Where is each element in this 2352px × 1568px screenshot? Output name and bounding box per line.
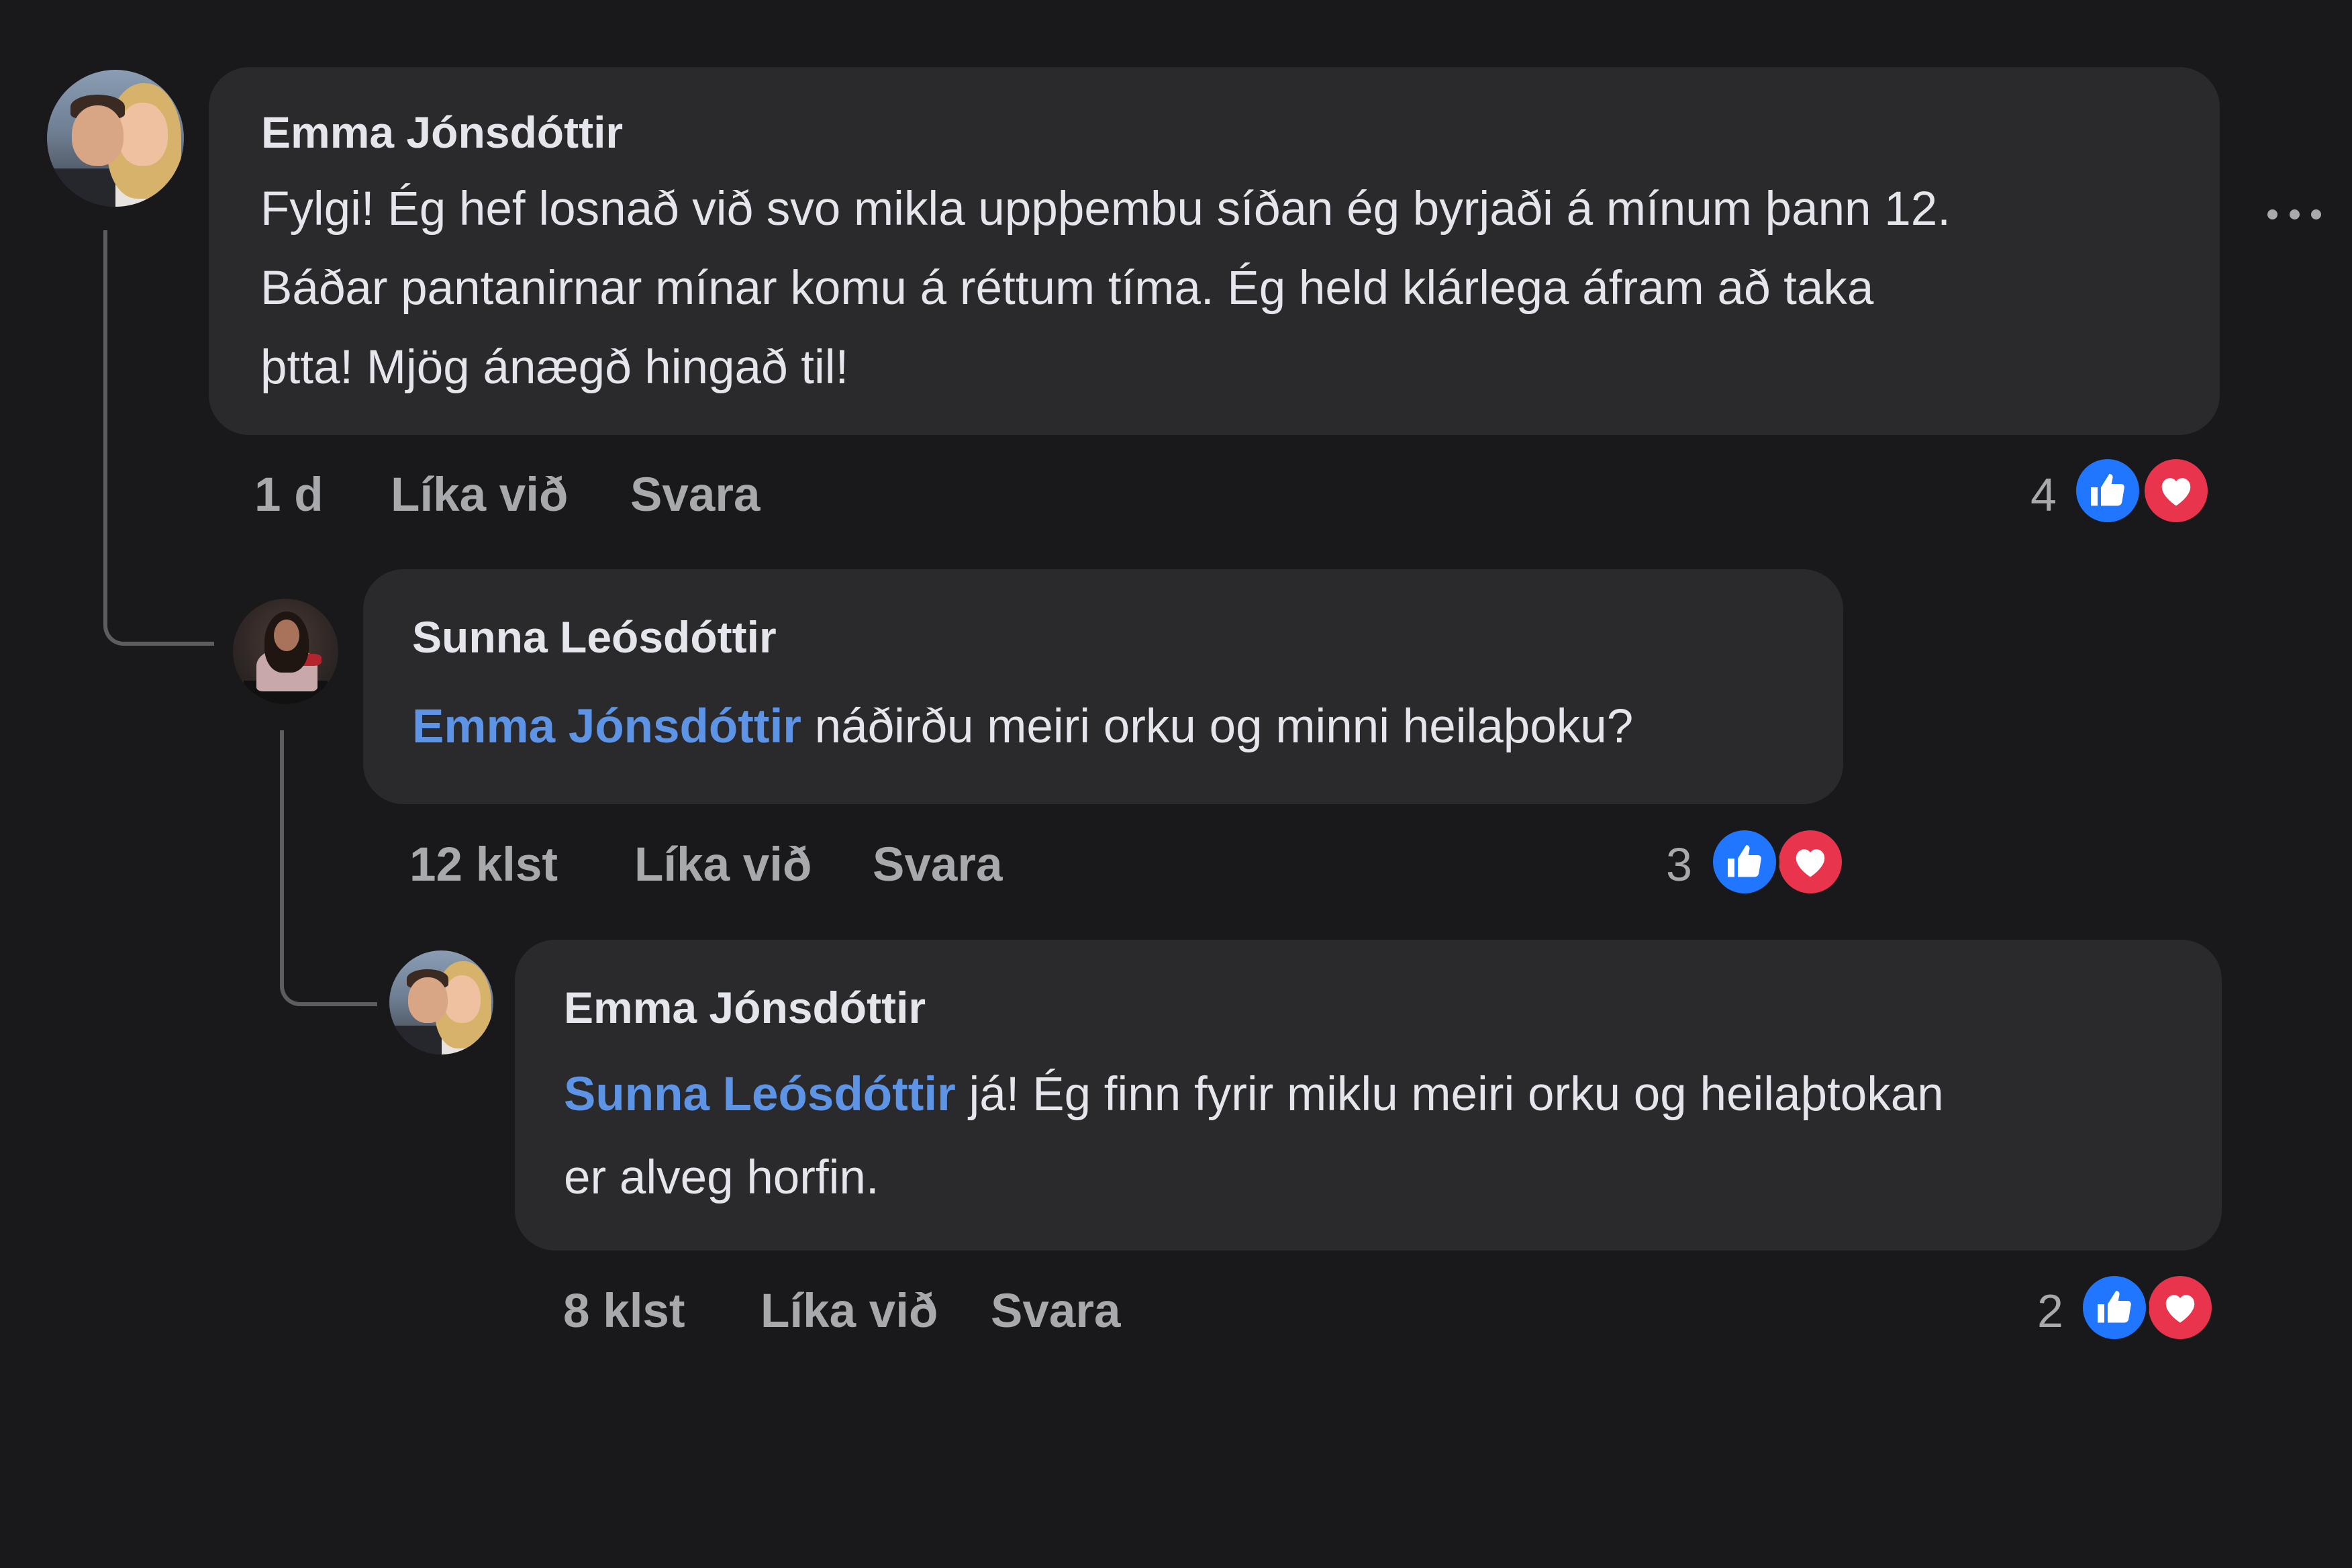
heart-icon[interactable] <box>1775 827 1845 897</box>
comment-timestamp[interactable]: 8 klst <box>563 1287 685 1335</box>
comment-text-body: já! Ég finn fyrir miklu meiri orku og he… <box>955 1068 1944 1121</box>
comment-text-line: Sunna Leósdóttir já! Ég finn fyrir miklu… <box>564 1055 1944 1134</box>
thread-connector <box>103 230 214 646</box>
thread-connector <box>280 730 377 1006</box>
reaction-count[interactable]: 3 <box>1666 841 1692 888</box>
like-icon[interactable] <box>2073 456 2143 526</box>
mention-link[interactable]: Sunna Leósdóttir <box>564 1068 956 1121</box>
comment-text-line: Fylgi! Ég hef losnað við svo mikla uppþe… <box>260 183 1951 236</box>
comment-timestamp[interactable]: 12 klst <box>409 841 558 889</box>
mention-link[interactable]: Emma Jónsdóttir <box>412 700 801 753</box>
heart-icon[interactable] <box>2145 1273 2215 1342</box>
comment-timestamp[interactable]: 1 d <box>254 471 324 519</box>
like-button[interactable]: Líka við <box>761 1287 938 1335</box>
comment-text-body: náðirðu meiri orku og minni heilaþoku? <box>801 700 1634 753</box>
comment-text-line: er alveg horfin. <box>564 1151 879 1204</box>
comment-bubble: Emma Jónsdóttir Sunna Leósdóttir já! Ég … <box>515 940 2222 1251</box>
heart-icon[interactable] <box>2141 456 2211 526</box>
comment-author[interactable]: Emma Jónsdóttir <box>564 985 926 1030</box>
comment-text-line: þtta! Mjög ánægð hingað til! <box>260 341 849 394</box>
comment-text-line: Báðar pantanirnar mínar komu á réttum tí… <box>260 262 1874 315</box>
reply-button[interactable]: Svara <box>873 841 1002 889</box>
comment-bubble: Sunna Leósdóttir Emma Jónsdóttir náðirðu… <box>363 569 1843 804</box>
reply-button[interactable]: Svara <box>630 471 760 519</box>
like-button[interactable]: Líka við <box>634 841 812 889</box>
comment-author[interactable]: Sunna Leósdóttir <box>412 615 777 659</box>
comment-thread: Emma Jónsdóttir Fylgi! Ég hef losnað við… <box>0 0 2352 1568</box>
comment-text: Emma Jónsdóttir náðirðu meiri orku og mi… <box>412 687 1633 767</box>
avatar[interactable] <box>389 950 493 1055</box>
comment-author[interactable]: Emma Jónsdóttir <box>261 110 623 154</box>
reaction-count[interactable]: 2 <box>2037 1287 2063 1334</box>
more-options-icon[interactable] <box>2267 197 2321 231</box>
like-icon[interactable] <box>2079 1273 2149 1342</box>
reaction-count[interactable]: 4 <box>2030 471 2057 518</box>
avatar[interactable] <box>233 599 338 704</box>
like-button[interactable]: Líka við <box>391 471 568 519</box>
avatar[interactable] <box>47 70 184 207</box>
reply-button[interactable]: Svara <box>991 1287 1120 1335</box>
comment-bubble: Emma Jónsdóttir Fylgi! Ég hef losnað við… <box>209 67 2220 435</box>
like-icon[interactable] <box>1710 827 1779 897</box>
